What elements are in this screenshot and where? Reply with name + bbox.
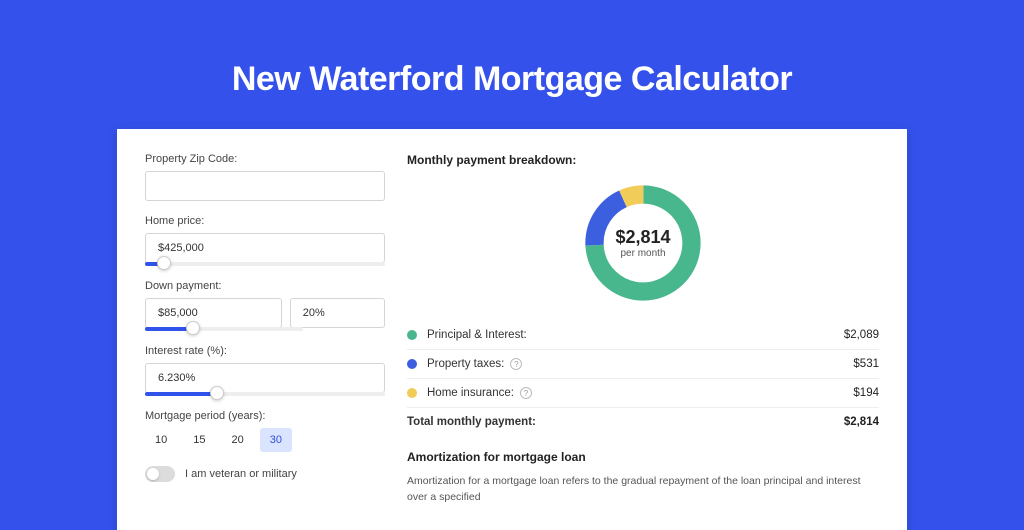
form-column: Property Zip Code: Home price: Down paym… (145, 153, 385, 506)
down-slider[interactable] (145, 327, 303, 331)
donut-chart: $2,814 per month (407, 179, 879, 307)
period-option-20[interactable]: 20 (222, 428, 254, 452)
page-title: New Waterford Mortgage Calculator (0, 0, 1024, 129)
down-label: Down payment: (145, 280, 385, 292)
veteran-toggle[interactable] (145, 466, 175, 482)
period-pills: 10 15 20 30 (145, 428, 385, 452)
amortization-text: Amortization for a mortgage loan refers … (407, 474, 879, 506)
breakdown-column: Monthly payment breakdown: $2,814 per mo… (407, 153, 879, 506)
period-label: Mortgage period (years): (145, 410, 385, 422)
zip-label: Property Zip Code: (145, 153, 385, 165)
donut-sub: per month (620, 248, 665, 259)
rate-label: Interest rate (%): (145, 345, 385, 357)
down-group: Down payment: (145, 280, 385, 331)
down-percent-input[interactable] (290, 298, 385, 328)
legend-label-total: Total monthly payment: (407, 416, 844, 428)
period-option-15[interactable]: 15 (183, 428, 215, 452)
amortization-title: Amortization for mortgage loan (407, 450, 879, 464)
legend-label-insurance: Home insurance: ? (427, 387, 853, 399)
swatch-principal (407, 330, 417, 340)
swatch-taxes (407, 359, 417, 369)
info-icon[interactable]: ? (520, 387, 532, 399)
legend-label-principal: Principal & Interest: (427, 329, 844, 341)
donut: $2,814 per month (579, 179, 707, 307)
donut-value: $2,814 (615, 227, 670, 248)
legend-label-taxes: Property taxes: ? (427, 358, 853, 370)
legend-text-taxes: Property taxes: (427, 358, 504, 370)
legend-insurance: Home insurance: ? $194 (407, 379, 879, 407)
price-input[interactable] (145, 233, 385, 263)
price-slider-thumb[interactable] (157, 256, 171, 270)
legend-value-taxes: $531 (853, 358, 879, 370)
swatch-insurance (407, 388, 417, 398)
info-icon[interactable]: ? (510, 358, 522, 370)
zip-group: Property Zip Code: (145, 153, 385, 201)
zip-input[interactable] (145, 171, 385, 201)
legend-principal: Principal & Interest: $2,089 (407, 321, 879, 349)
rate-slider-fill (145, 392, 217, 396)
price-label: Home price: (145, 215, 385, 227)
rate-slider-thumb[interactable] (210, 386, 224, 400)
rate-slider[interactable] (145, 392, 385, 396)
price-slider[interactable] (145, 262, 385, 266)
legend-text-insurance: Home insurance: (427, 387, 514, 399)
amortization-section: Amortization for mortgage loan Amortizat… (407, 450, 879, 506)
rate-group: Interest rate (%): (145, 345, 385, 396)
legend-total: Total monthly payment: $2,814 (407, 408, 879, 436)
legend-value-total: $2,814 (844, 416, 879, 428)
period-option-10[interactable]: 10 (145, 428, 177, 452)
down-slider-thumb[interactable] (186, 321, 200, 335)
rate-input[interactable] (145, 363, 385, 393)
breakdown-title: Monthly payment breakdown: (407, 153, 879, 167)
period-option-30[interactable]: 30 (260, 428, 292, 452)
legend-value-insurance: $194 (853, 387, 879, 399)
period-group: Mortgage period (years): 10 15 20 30 (145, 410, 385, 452)
price-group: Home price: (145, 215, 385, 266)
veteran-row: I am veteran or military (145, 466, 385, 482)
donut-center: $2,814 per month (579, 179, 707, 307)
down-amount-input[interactable] (145, 298, 282, 328)
legend-text-principal: Principal & Interest: (427, 329, 527, 341)
veteran-label: I am veteran or military (185, 468, 297, 480)
toggle-knob (147, 468, 159, 480)
legend-taxes: Property taxes: ? $531 (407, 350, 879, 378)
legend-value-principal: $2,089 (844, 329, 879, 341)
calculator-panel: Property Zip Code: Home price: Down paym… (117, 129, 907, 530)
